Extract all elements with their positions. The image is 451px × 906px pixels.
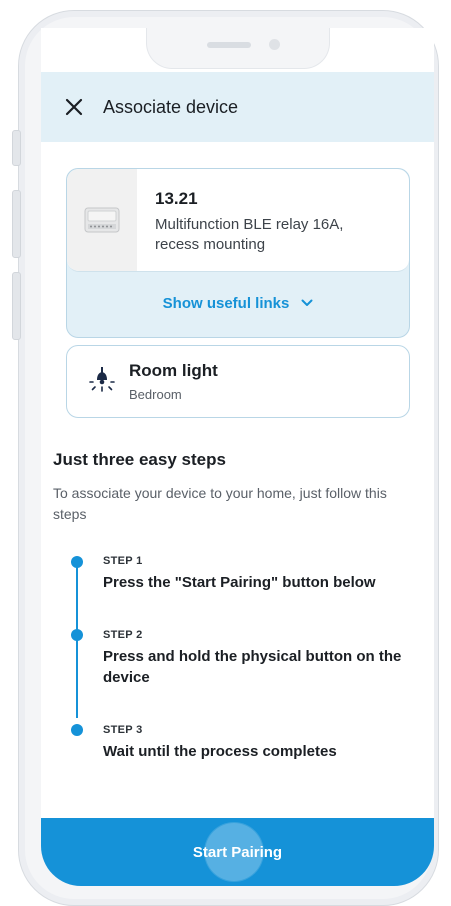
silent-switch <box>12 130 21 166</box>
close-icon <box>65 98 83 116</box>
light-bulb-icon <box>89 367 115 392</box>
notch <box>146 28 330 69</box>
speaker <box>207 42 251 48</box>
page-title: Associate device <box>103 96 239 117</box>
device-card: 13.21 Multifunction BLE relay 16A, reces… <box>66 168 410 338</box>
close-button[interactable] <box>57 90 91 124</box>
volume-up-button <box>12 190 21 258</box>
room-name: Room light <box>129 361 218 380</box>
step-text: Wait until the process completes <box>103 743 337 760</box>
show-useful-links-button[interactable]: Show useful links <box>67 283 409 323</box>
step-label: STEP 2 <box>103 629 143 641</box>
status-area <box>41 28 434 72</box>
links-label: Show useful links <box>162 294 290 312</box>
step-text: Press the "Start Pairing" button below <box>103 574 376 591</box>
step-dot <box>71 724 83 736</box>
front-camera <box>269 39 280 50</box>
step-dot <box>71 556 83 568</box>
header: Associate device <box>41 72 434 142</box>
steps-title: Just three easy steps <box>53 450 226 469</box>
room-card[interactable]: Room light Bedroom <box>66 345 410 418</box>
chevron-down-icon <box>301 299 313 307</box>
step-label: STEP 3 <box>103 724 143 736</box>
steps-intro: To associate your device to your home, j… <box>53 485 387 522</box>
volume-down-button <box>12 272 21 340</box>
device-image <box>67 169 137 271</box>
step-label: STEP 1 <box>103 555 143 567</box>
step-dot <box>71 629 83 641</box>
device-description: Multifunction BLE relay 16A, recess moun… <box>155 216 344 253</box>
step-text: Press and hold the physical button on th… <box>103 648 402 686</box>
device-info: 13.21 Multifunction BLE relay 16A, reces… <box>67 169 409 272</box>
room-location: Bedroom <box>129 387 182 402</box>
start-pairing-label: Start Pairing <box>192 843 283 861</box>
device-code: 13.21 <box>155 189 198 208</box>
app-screen: Associate device 13.21 Multifunction BLE… <box>41 28 434 886</box>
